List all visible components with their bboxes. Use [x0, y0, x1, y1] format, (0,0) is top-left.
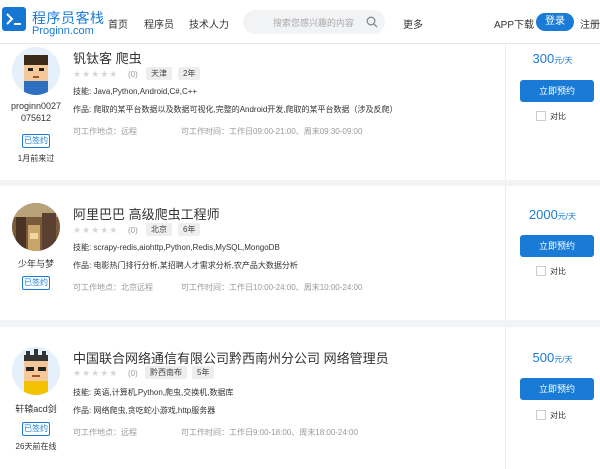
rating-count: (0): [128, 70, 138, 79]
compare-label[interactable]: 对比: [550, 410, 566, 421]
app-download-link[interactable]: APP下载: [494, 16, 534, 31]
nav-programmers[interactable]: 程序员: [144, 16, 174, 31]
developer-card[interactable]: 轩辕acd剑 已签约 26天前在线 中国联合网络通信有限公司黔西南州分公司 网络…: [0, 327, 600, 469]
signed-badge: 已签约: [22, 276, 50, 290]
register-link[interactable]: 注册: [580, 16, 600, 31]
search-input[interactable]: 搜索您感兴趣的内容: [243, 10, 385, 34]
proginn-logo-icon[interactable]: [2, 7, 26, 31]
works-label: 作品:: [73, 261, 92, 270]
signed-badge: 已签约: [22, 422, 50, 436]
works-value: 爬取的某平台数据以及数据可视化,完整的Android开发,爬取的某平台数据（涉及…: [93, 105, 398, 114]
experience-tag: 2年: [178, 67, 201, 80]
avatar[interactable]: [12, 47, 60, 95]
skills-label: 技能:: [73, 243, 92, 252]
skills-row: 技能: Java,Python,Android,C#,C++: [73, 86, 197, 97]
price-value: 300: [532, 51, 555, 66]
signed-badge: 已签约: [22, 134, 50, 148]
developer-card[interactable]: 少年与梦 已签约 阿里巴巴 高级爬虫工程师 ★★★★★ (0) 北京 6年 技能…: [0, 186, 600, 320]
username[interactable]: 少年与梦: [0, 258, 72, 270]
rating-stars: ★★★★★: [73, 368, 119, 378]
rating-count: (0): [128, 369, 138, 378]
work-location: 可工作地点：远程: [73, 428, 137, 437]
rating-stars: ★★★★★: [73, 69, 119, 79]
works-value: 电影热门排行分析,某招聘人才需求分析,农产品大数据分析: [93, 261, 298, 270]
price: 300元/天: [505, 50, 600, 68]
works-row: 作品: 网络爬虫,贪吃蛇小游戏,http服务器: [73, 405, 215, 416]
avatar[interactable]: [12, 203, 60, 251]
rating-stars: ★★★★★: [73, 225, 119, 235]
book-now-button[interactable]: 立即预约: [520, 235, 594, 257]
price-unit: 元/天: [554, 355, 573, 364]
compare-label[interactable]: 对比: [550, 111, 566, 122]
last-seen: 26天前在线: [15, 442, 57, 451]
username[interactable]: proginn0027 075612: [0, 100, 72, 124]
works-value: 网络爬虫,贪吃蛇小游戏,http服务器: [93, 406, 216, 415]
work-hours: 可工作时间：工作日09:00-21:00、周末09:30-09:00: [181, 127, 363, 136]
location-tag: 天津: [146, 67, 172, 80]
skills-label: 技能:: [73, 388, 92, 397]
developer-title[interactable]: 钒钛客 爬虫: [73, 48, 142, 67]
experience-tag: 5年: [192, 366, 215, 379]
works-label: 作品:: [73, 406, 92, 415]
skills-label: 技能:: [73, 87, 92, 96]
location-tag: 黔西南布: [145, 366, 187, 379]
logo-domain[interactable]: Proginn.com: [32, 25, 94, 37]
skills-row: 技能: scrapy-redis,aiohttp,Python,Redis,My…: [73, 242, 280, 253]
works-row: 作品: 爬取的某平台数据以及数据可视化,完整的Android开发,爬取的某平台数…: [73, 104, 398, 115]
developer-title[interactable]: 中国联合网络通信有限公司黔西南州分公司 网络管理员: [73, 348, 389, 367]
compare-label[interactable]: 对比: [550, 266, 566, 277]
work-hours: 可工作时间：工作日10:00-24:00、周末10:00-24:00: [181, 283, 363, 292]
book-now-button[interactable]: 立即预约: [520, 378, 594, 400]
price: 2000元/天: [505, 206, 600, 224]
work-location: 可工作地点：北京远程: [73, 283, 153, 292]
price-value: 2000: [528, 207, 558, 222]
price-unit: 元/天: [554, 56, 573, 65]
last-seen: 1月前来过: [17, 154, 55, 163]
experience-tag: 6年: [178, 223, 201, 236]
login-button[interactable]: 登录: [536, 13, 574, 31]
work-location: 可工作地点：远程: [73, 127, 137, 136]
works-row: 作品: 电影热门排行分析,某招聘人才需求分析,农产品大数据分析: [73, 260, 298, 271]
price-unit: 元/天: [557, 212, 577, 221]
search-icon[interactable]: [366, 16, 378, 28]
work-hours: 可工作时间：工作日9:00-18:00、周末18:00-24:00: [181, 428, 358, 437]
skills-row: 技能: 英语,计算机,Python,爬虫,交换机,数据库: [73, 387, 234, 398]
book-now-button[interactable]: 立即预约: [520, 80, 594, 102]
search-placeholder: 搜索您感兴趣的内容: [273, 18, 355, 28]
top-header: 程序员客栈 Proginn.com 首页 程序员 技术人力 搜索您感兴趣的内容 …: [0, 0, 600, 44]
rating-count: (0): [128, 226, 138, 235]
skills-value: Java,Python,Android,C#,C++: [93, 87, 198, 96]
price: 500元/天: [505, 349, 600, 367]
location-tag: 北京: [146, 223, 172, 236]
developer-card[interactable]: proginn0027 075612 已签约 1月前来过 钒钛客 爬虫 ★★★★…: [0, 44, 600, 180]
skills-value: 英语,计算机,Python,爬虫,交换机,数据库: [93, 388, 234, 397]
nav-home[interactable]: 首页: [108, 16, 128, 31]
nav-tech-staffing[interactable]: 技术人力: [189, 16, 229, 31]
price-value: 500: [532, 350, 555, 365]
avatar[interactable]: [12, 347, 60, 395]
skills-value: scrapy-redis,aiohttp,Python,Redis,MySQL,…: [93, 243, 280, 252]
username[interactable]: 轩辕acd剑: [0, 403, 72, 415]
compare-checkbox[interactable]: [536, 111, 546, 121]
compare-checkbox[interactable]: [536, 410, 546, 420]
compare-checkbox[interactable]: [536, 266, 546, 276]
works-label: 作品:: [73, 105, 92, 114]
developer-title[interactable]: 阿里巴巴 高级爬虫工程师: [73, 204, 220, 223]
nav-more[interactable]: 更多: [403, 16, 423, 31]
